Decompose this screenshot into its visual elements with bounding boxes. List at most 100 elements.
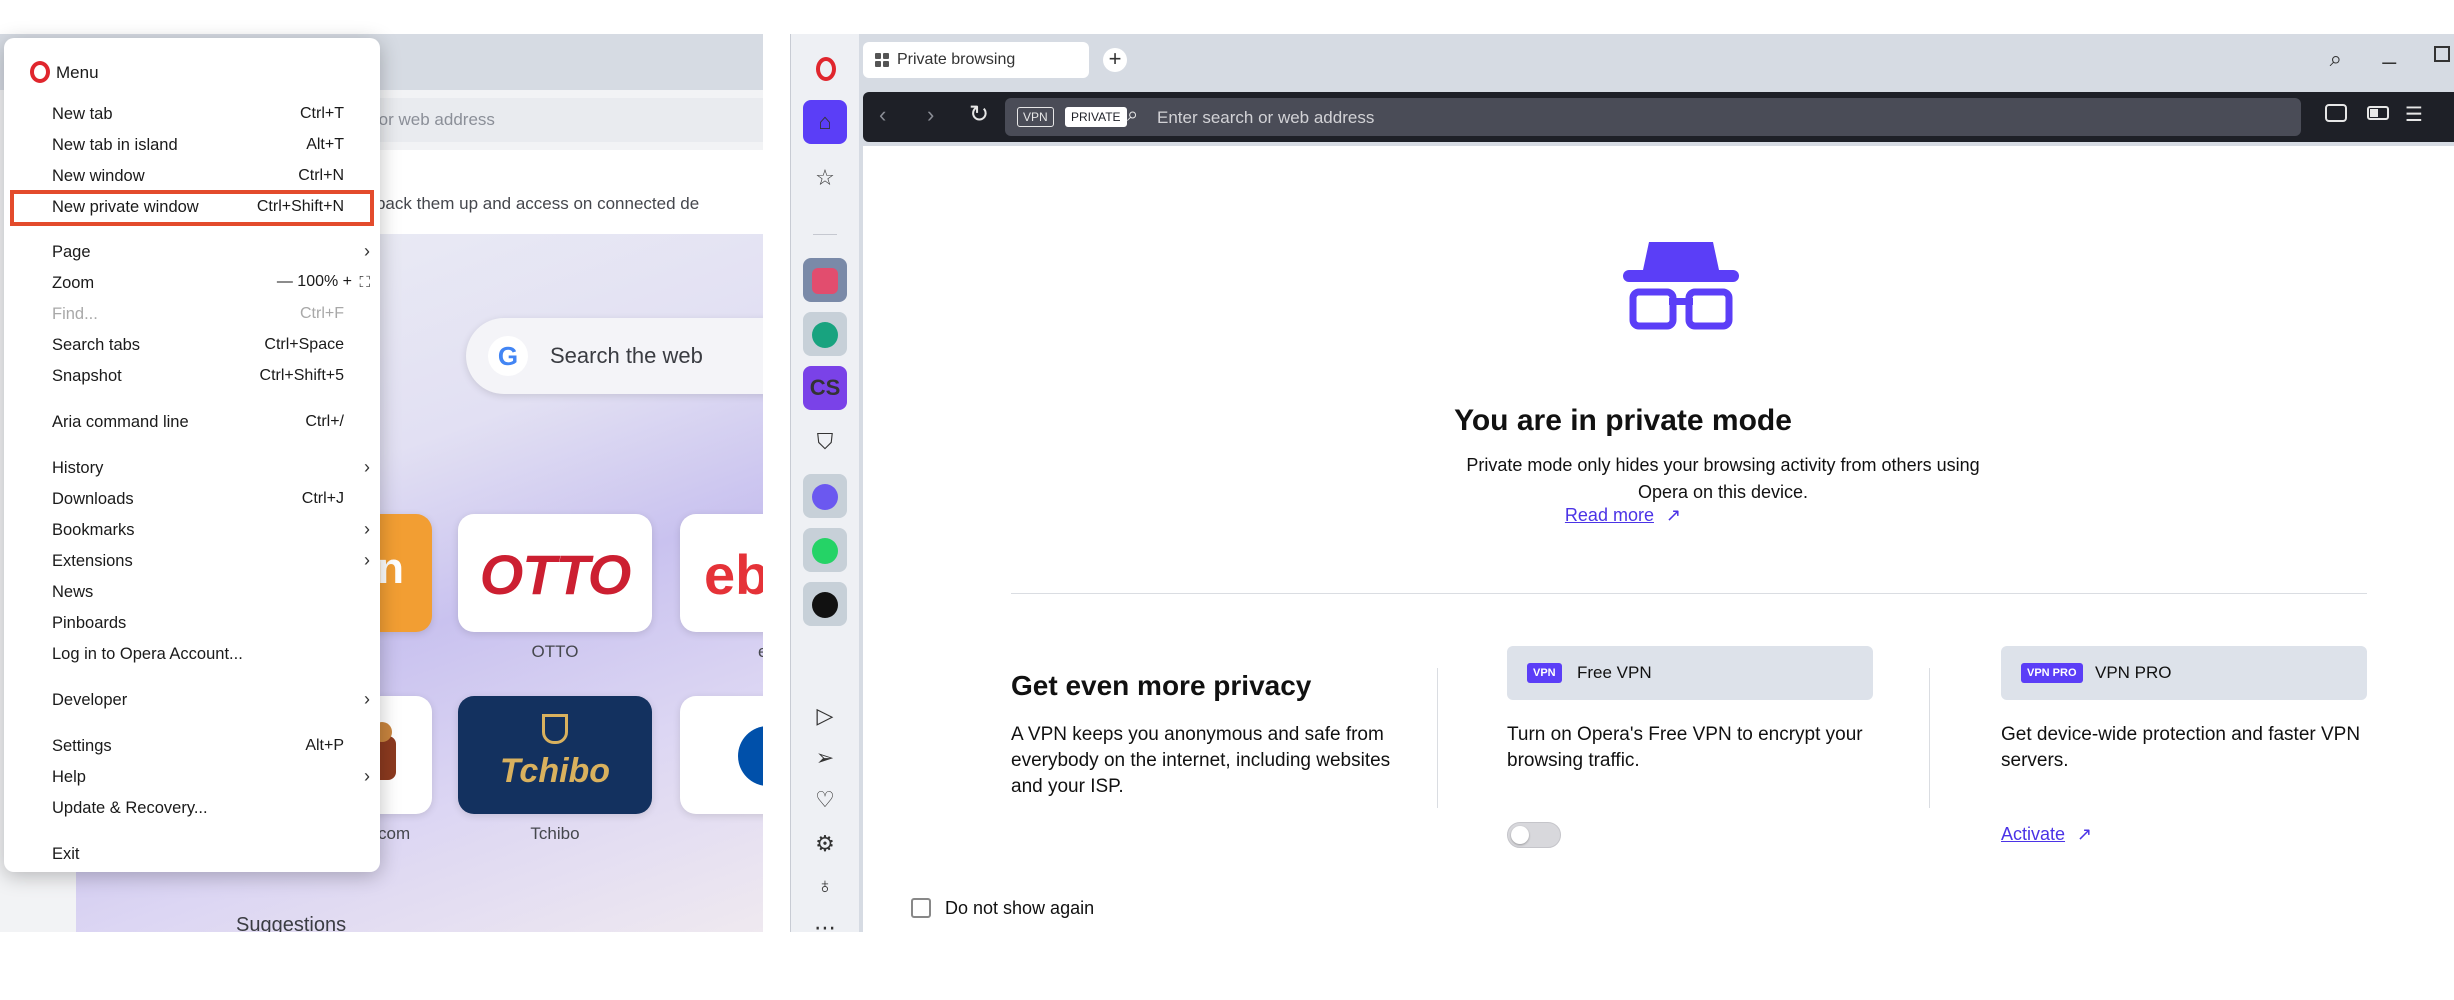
tiktok-icon[interactable] [803,582,847,626]
otto-logo: OTTO [479,543,632,606]
amazon-logo: n [377,544,404,593]
toolbar: ‹ › ↻ VPN PRIVATE ⌕ Enter search or web … [863,92,2454,142]
speed-dial-tchibo[interactable]: Tchibo [458,696,652,814]
minimize-icon[interactable]: _ [2383,38,2396,66]
chevron-right-icon: › [364,457,370,477]
opera-logo-icon [30,61,50,83]
tchibo-cup-icon [542,714,568,744]
external-link-icon: ↗ [2077,824,2093,844]
back-icon[interactable]: ‹ [879,102,886,128]
free-vpn-badge: VPN [1527,663,1562,683]
lidl-logo-icon [738,726,763,786]
free-vpn-description: Turn on Opera's Free VPN to encrypt your… [1507,724,1863,771]
speed-dial-lidl[interactable] [680,696,763,814]
reload-icon[interactable]: ↻ [969,100,989,129]
private-title: You are in private mode [1454,404,1792,437]
menu-item-page[interactable]: Page › [4,237,380,267]
search-icon[interactable]: ⌕ [2330,46,2342,72]
menu-item-log-in[interactable]: Log in to Opera Account... [4,639,380,669]
speed-dial-otto[interactable]: OTTO [458,514,652,632]
menu-title: Menu [56,63,99,82]
player-icon[interactable]: ▷ [803,694,847,738]
more-icon[interactable]: ⋯ [803,906,847,932]
opera-logo-icon [816,57,836,81]
home-icon[interactable]: ⌂ [803,100,847,144]
vpn-badge[interactable]: VPN [1017,107,1054,127]
menu-item-update-recovery[interactable]: Update & Recovery... [4,793,380,823]
chatgpt-icon[interactable] [803,312,847,356]
private-badge: PRIVATE [1065,107,1127,127]
zoom-controls[interactable]: — 100% + [277,273,352,291]
gear-icon[interactable]: ⚙ [803,822,847,866]
divider [1011,593,2367,594]
opera-main-menu: Menu New tab Ctrl+T New tab in island Alt+… [4,38,380,872]
fullscreen-icon[interactable]: ⛶ [359,274,370,291]
pinboards-icon[interactable]: ☆ [803,156,847,200]
lightbulb-icon[interactable]: ♁ [803,864,847,908]
chevron-right-icon: › [364,689,370,709]
left-address-bar[interactable]: ch or web address [340,98,763,142]
tchibo-logo: Tchibo [499,752,611,790]
aria-icon[interactable] [803,258,847,302]
address-bar[interactable]: VPN PRIVATE ⌕ Enter search or web addres… [1005,98,2301,136]
left-sidebar-more-icon[interactable]: ... [22,918,40,932]
privacy-heading: Get even more privacy [1011,670,1312,701]
grid-icon [875,53,889,67]
speed-dial-booking-label: com [378,824,411,843]
menu-item-snapshot[interactable]: Snapshot Ctrl+Shift+5 [4,361,380,391]
battery-saver-icon[interactable] [2367,106,2389,120]
suggestions-heading: Suggestions [236,914,347,932]
private-page: You are in private mode Private mode onl… [863,146,2454,932]
menu-item-downloads[interactable]: Downloads Ctrl+J [4,484,380,514]
ebay-logo: eb [704,543,763,606]
menu-item-new-tab[interactable]: New tab Ctrl+T [4,99,380,129]
camera-icon[interactable] [2325,104,2347,122]
speed-dial-tchibo-label: Tchibo [530,824,580,843]
forward-icon[interactable]: › [927,102,934,128]
new-tab-button[interactable]: + [1103,48,1127,72]
menu-item-aria-command-line[interactable]: Aria command line Ctrl+/ [4,407,380,437]
address-input[interactable]: Enter search or web address [1157,108,1374,128]
chevron-right-icon: › [364,766,370,786]
speed-dial-ebay[interactable]: eb [680,514,763,632]
activate-link[interactable]: Activate ↗ [2001,824,2092,845]
private-description: Private mode only hides your browsing ac… [1466,455,1980,502]
menu-item-new-window[interactable]: New window Ctrl+N [4,161,380,191]
chevron-right-icon: › [364,519,370,539]
menu-item-exit[interactable]: Exit [4,839,380,869]
left-search-placeholder: Search the web [550,343,703,368]
read-more-link[interactable]: Read more ↗ [791,505,2454,526]
do-not-show-checkbox[interactable] [911,898,931,918]
free-vpn-label: Free VPN [1577,663,1652,682]
send-icon[interactable]: ➢ [803,736,847,780]
menu-item-new-tab-in-island[interactable]: New tab in island Alt+T [4,130,380,160]
menu-item-history[interactable]: History › [4,453,380,483]
menu-item-search-tabs[interactable]: Search tabs Ctrl+Space [4,330,380,360]
heart-icon[interactable]: ♡ [803,778,847,822]
sidebar: ⌂ ☆ CS ⛉ ▷ ➢ ♡ ⚙ ♁ ⋯ [791,34,859,932]
vpn-pro-card: VPN PRO VPN PRO [2001,646,2367,700]
menu-item-bookmarks[interactable]: Bookmarks › [4,515,380,545]
free-vpn-toggle[interactable] [1507,822,1561,848]
menu-item-pinboards[interactable]: Pinboards [4,608,380,638]
menu-item-zoom[interactable]: Zoom — 100% + ⛶ [4,268,380,298]
menu-item-developer[interactable]: Developer › [4,685,380,715]
desktop: ch or web address sswords to back them u… [0,0,2454,1000]
menu-item-settings[interactable]: Settings Alt+P [4,731,380,761]
opera-menu-button[interactable] [803,46,847,90]
whatsapp-icon[interactable] [803,528,847,572]
menu-item-extensions[interactable]: Extensions › [4,546,380,576]
toggle-knob [1511,826,1529,844]
column-divider [1437,668,1438,808]
column-divider [1929,668,1930,808]
left-search-box[interactable]: G Search the web [466,318,763,394]
menu-item-help[interactable]: Help › [4,762,380,792]
tab-private-browsing[interactable]: Private browsing [863,42,1089,78]
free-vpn-card: VPN Free VPN [1507,646,1873,700]
chevron-right-icon: › [364,241,370,261]
menu-item-find[interactable]: Find... Ctrl+F [4,299,380,329]
easy-setup-icon[interactable]: ☰ [2405,102,2423,127]
menu-item-news[interactable]: News [4,577,380,607]
privacy-description: A VPN keeps you anonymous and safe from … [1011,724,1391,797]
restore-icon[interactable] [2434,46,2450,62]
